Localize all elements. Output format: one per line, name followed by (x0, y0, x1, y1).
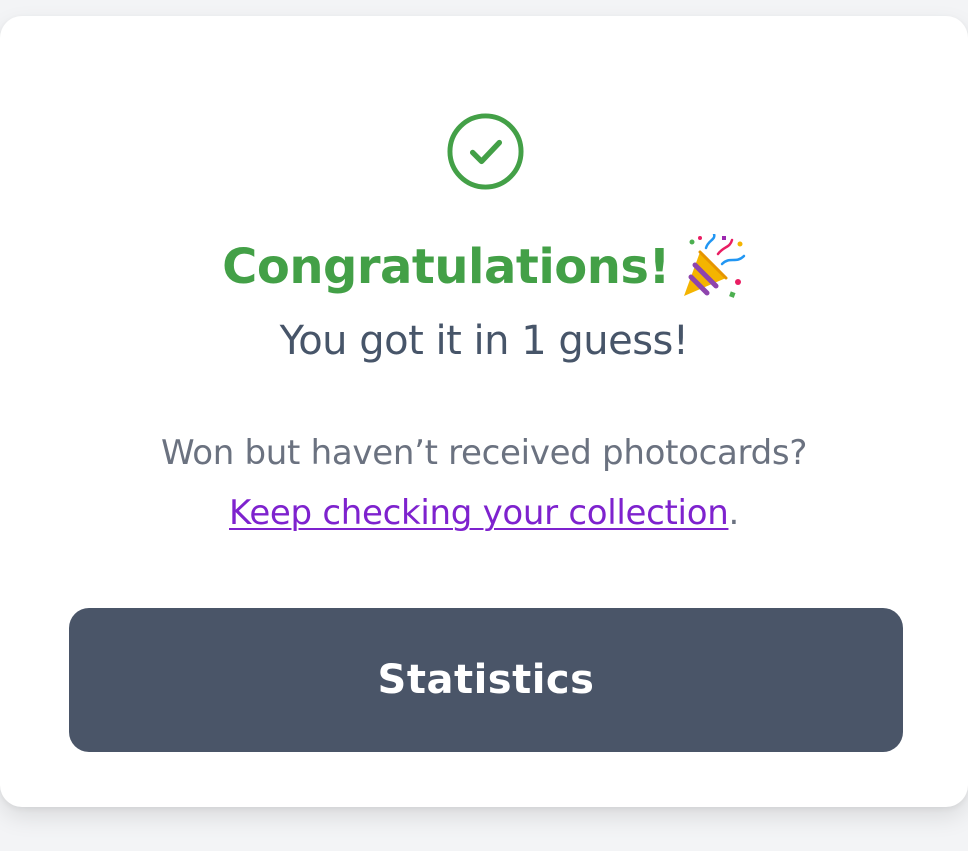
collection-link[interactable]: Keep checking your collection (229, 493, 729, 533)
result-dialog: Congratulations! You got it in 1 guess! … (0, 16, 968, 807)
statistics-button[interactable]: Statistics (69, 608, 903, 752)
guess-count-text: You got it in 1 guess! (279, 318, 689, 364)
collection-link-line: Keep checking your collection. (0, 483, 968, 543)
link-trailing-period: . (728, 493, 739, 533)
check-circle-icon (447, 113, 524, 190)
title-row: Congratulations! (0, 234, 968, 300)
photocard-question: Won but haven’t received photocards? (160, 433, 808, 473)
photocard-info: Won but haven’t received photocards? Kee… (0, 423, 968, 543)
party-popper-icon (683, 234, 746, 298)
congratulations-title: Congratulations! (222, 239, 670, 295)
